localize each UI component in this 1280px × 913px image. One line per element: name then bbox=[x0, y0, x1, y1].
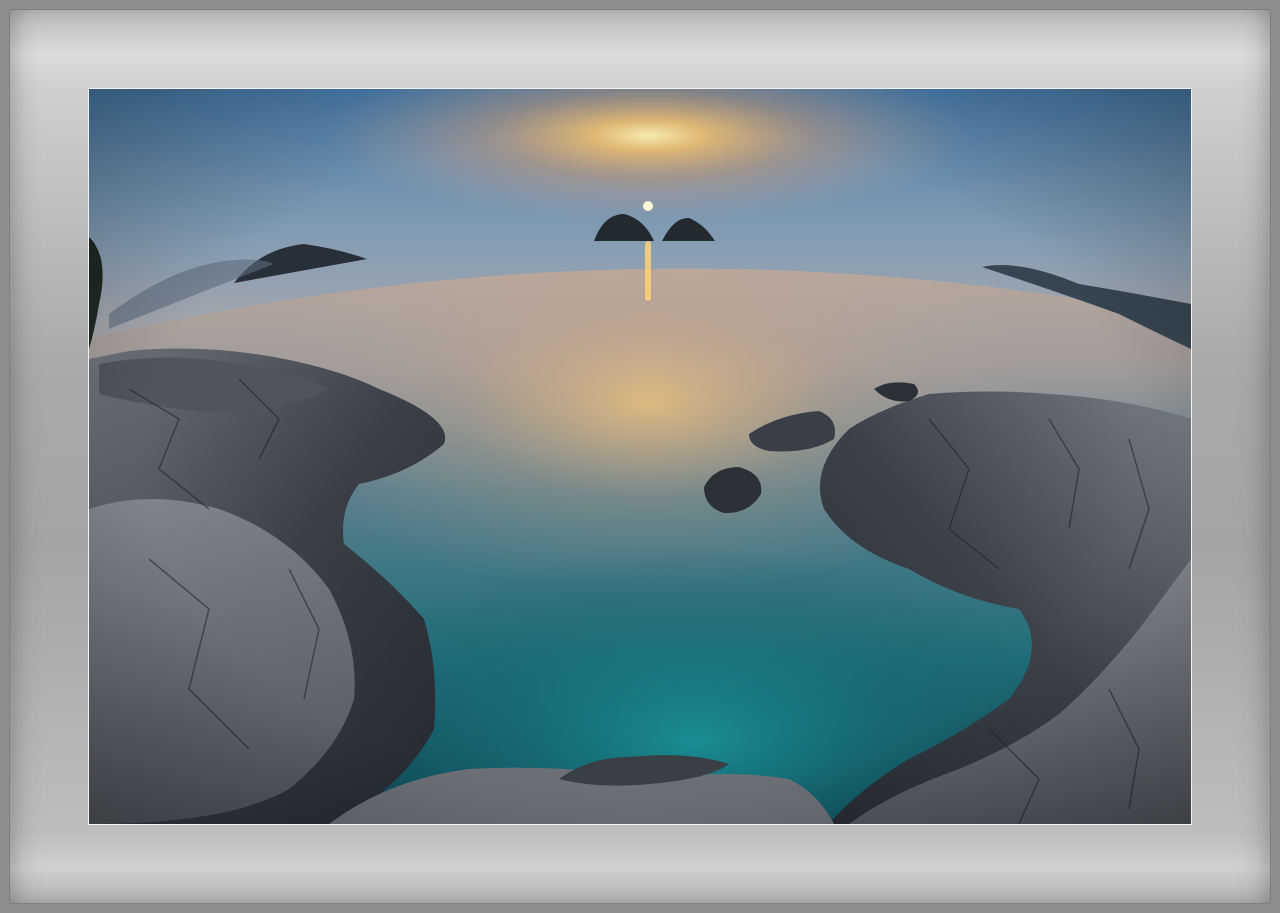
photo bbox=[88, 88, 1192, 825]
vignette bbox=[89, 89, 1191, 824]
outer-frame bbox=[0, 0, 1280, 913]
photo-scene bbox=[89, 89, 1191, 824]
